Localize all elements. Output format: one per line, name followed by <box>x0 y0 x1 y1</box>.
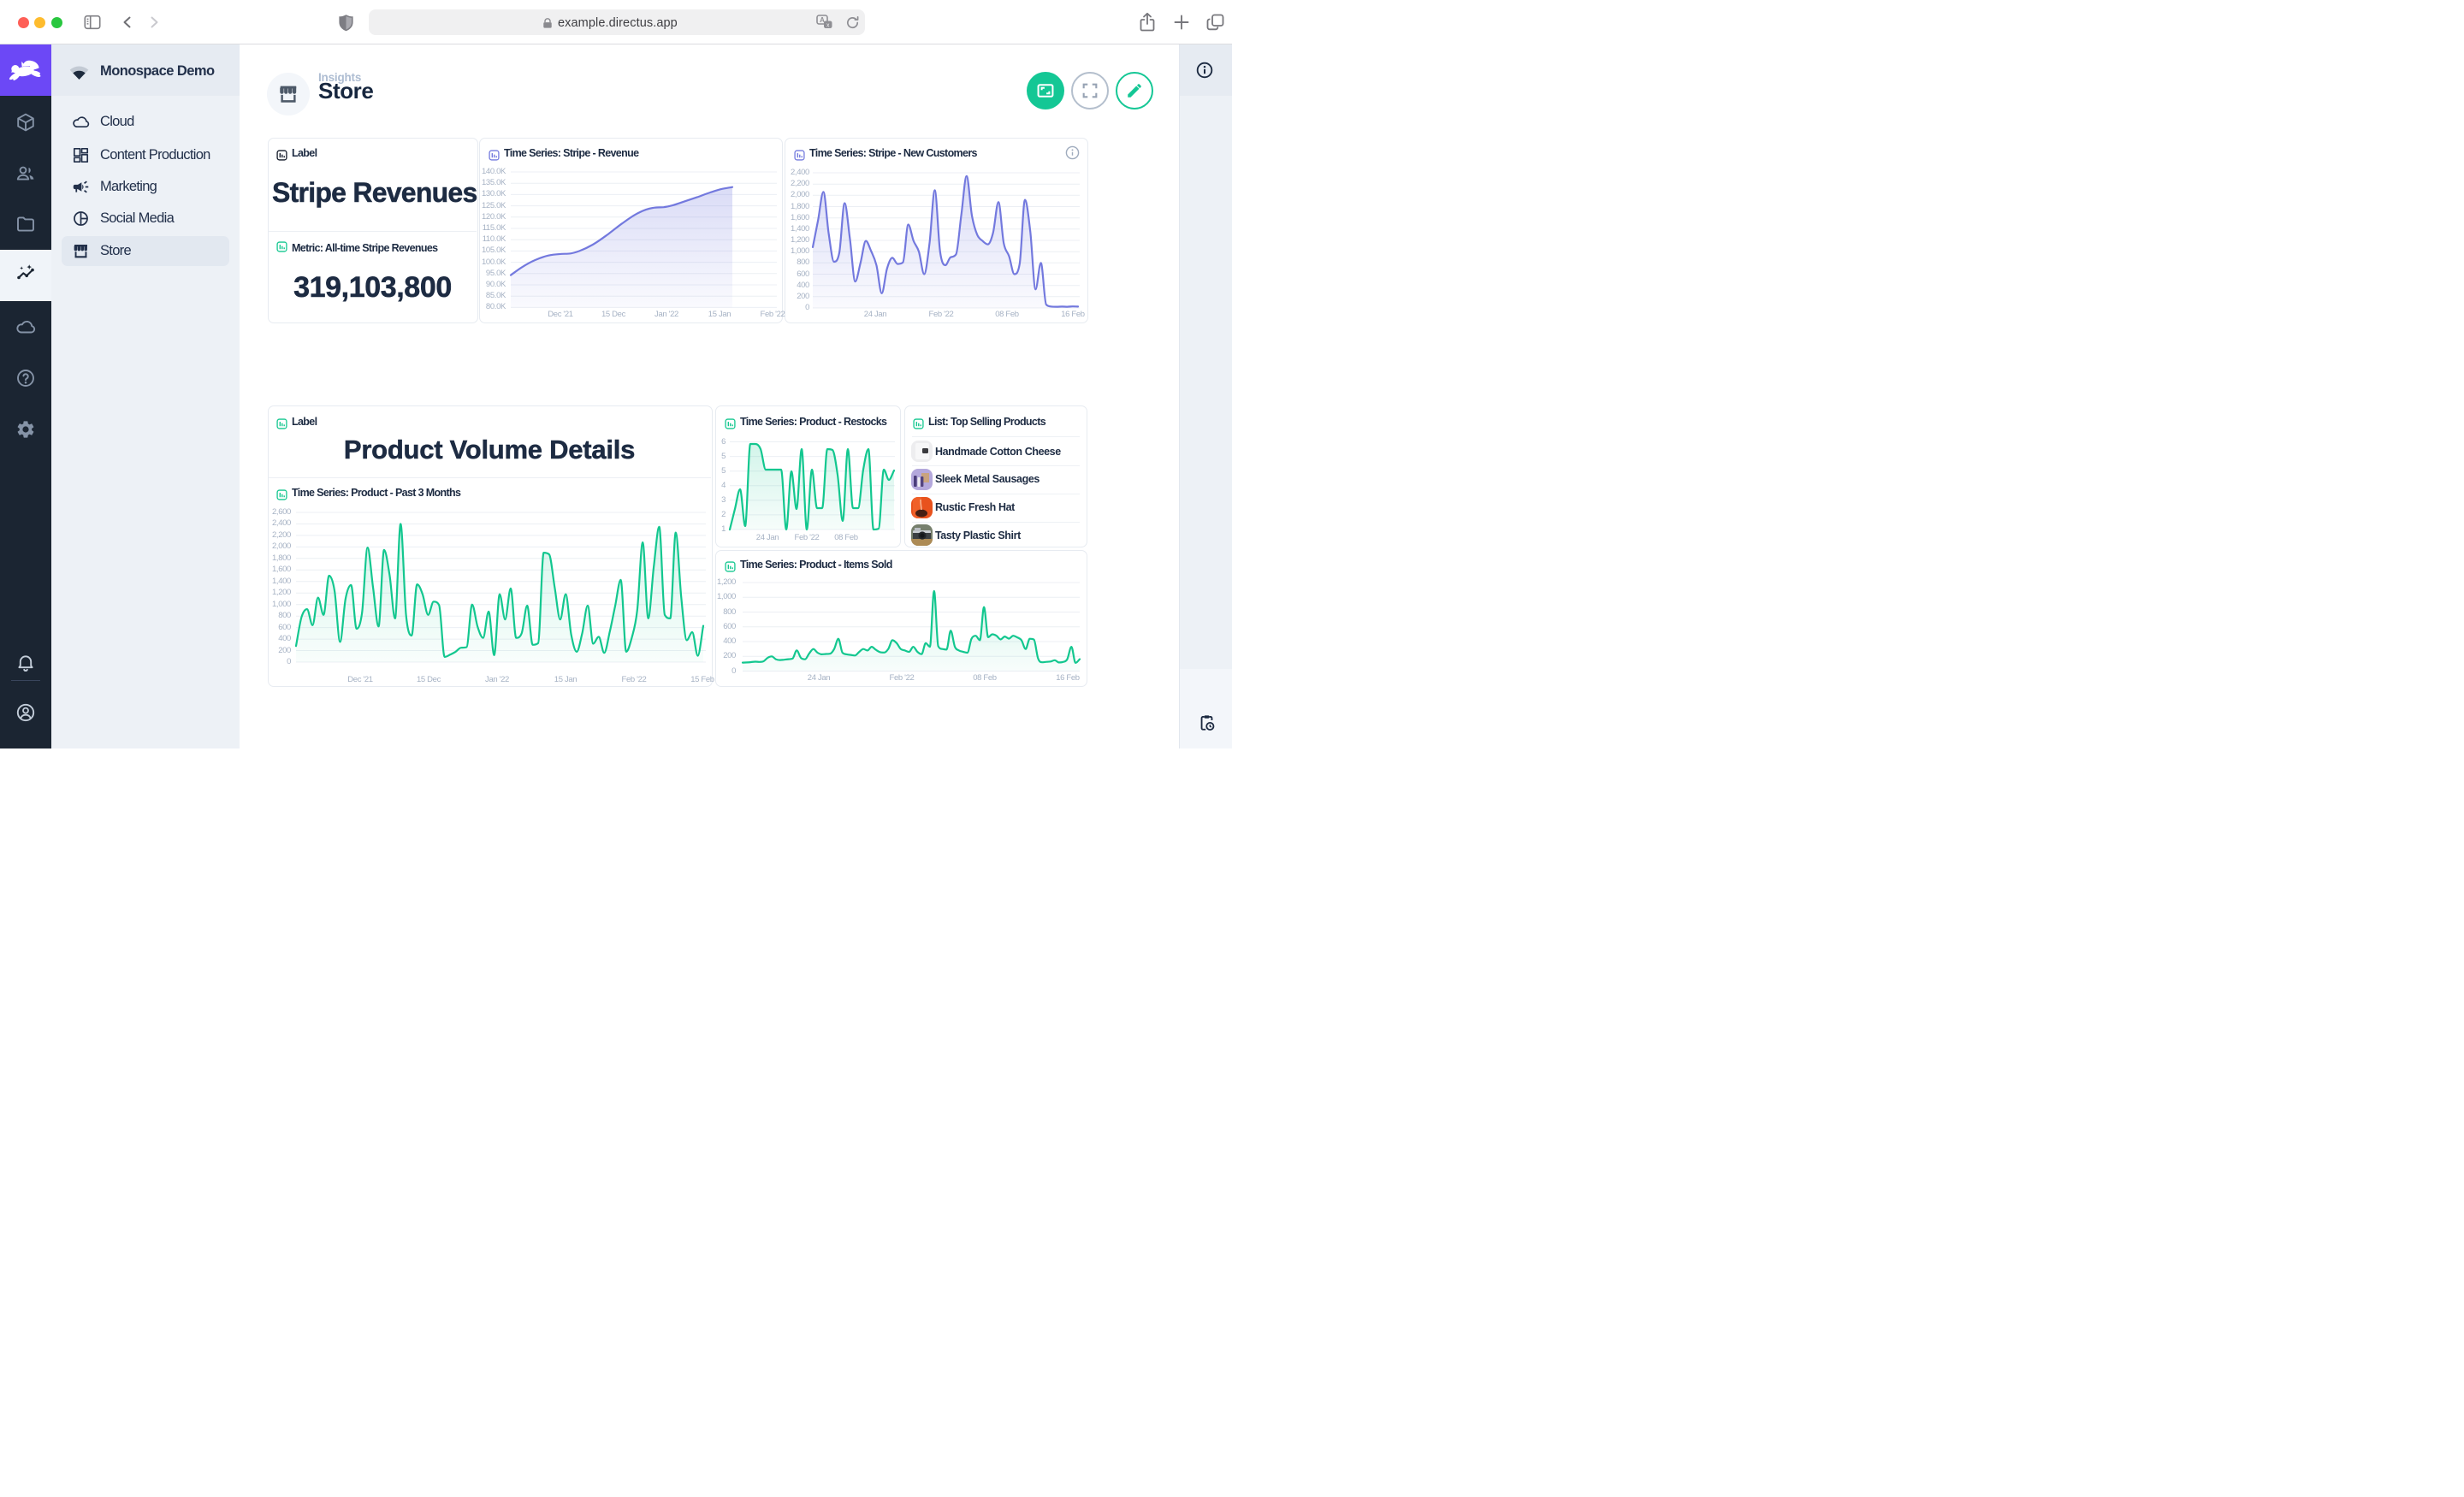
svg-text:x: x <box>826 22 830 28</box>
